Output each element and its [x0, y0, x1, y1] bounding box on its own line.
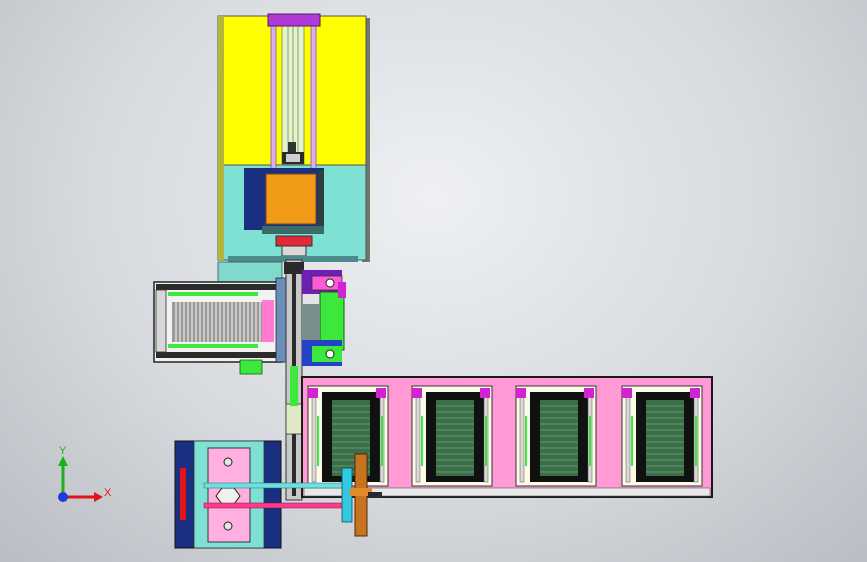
station-clamp-right — [376, 388, 386, 398]
feeder-bracket-top — [217, 261, 283, 285]
station-slat-pack — [540, 400, 578, 476]
station-2[interactable] — [411, 385, 493, 487]
station-clamp-left — [308, 388, 318, 398]
station-rail-left — [311, 389, 317, 483]
station-clamp-right — [480, 388, 490, 398]
x-axis-arrow — [94, 492, 103, 502]
station-slat-pack — [646, 400, 684, 476]
top-clamp-plate — [267, 13, 321, 27]
piston-rod-head — [288, 142, 296, 152]
station-clamp-right — [690, 388, 700, 398]
rail-carriage-top — [284, 262, 304, 274]
drive-bolt-bottom — [223, 521, 233, 531]
motor-base-plate — [262, 226, 324, 234]
coordinate-triad: Y X — [58, 445, 112, 502]
motor-orange-block — [265, 173, 317, 225]
rail-carriage-mid — [285, 403, 303, 435]
station-slat-pack — [436, 400, 474, 476]
feeder-green-foot — [239, 359, 263, 375]
station-rail-left — [519, 389, 525, 483]
rail-green-link — [290, 366, 298, 406]
feeder-green-rail-bottom — [168, 344, 258, 348]
station-clamp-left — [622, 388, 632, 398]
station-rail-left — [415, 389, 421, 483]
mech-screw-1 — [325, 278, 335, 288]
feeder-top-rail — [156, 284, 280, 290]
station-clamp-left — [516, 388, 526, 398]
station-rail-left — [625, 389, 631, 483]
cad-3d-viewport[interactable]: Y X — [0, 0, 867, 562]
x-axis-label: X — [104, 487, 112, 499]
lower-flange — [275, 235, 313, 247]
station-clamp-right — [584, 388, 594, 398]
station-3[interactable] — [515, 385, 597, 487]
origin-dot — [58, 492, 68, 502]
lower-flange-2 — [281, 245, 307, 257]
center-mechanism[interactable] — [302, 270, 346, 366]
feeder-bottom-rail — [156, 352, 280, 358]
mech-screw-2 — [325, 349, 335, 359]
drive-dark-stub — [368, 492, 382, 498]
coupling-nut-highlight — [286, 154, 300, 162]
mech-magenta-tab — [338, 282, 346, 298]
upper-cylinder-module[interactable] — [217, 13, 370, 262]
y-axis-label: Y — [59, 445, 67, 457]
drive-red-bar — [180, 468, 186, 520]
upper-side-strip — [218, 16, 224, 260]
motor-dark-side — [318, 170, 324, 228]
drive-bolt-top — [223, 457, 233, 467]
drive-shaft-pink — [203, 502, 353, 509]
guide-rod-right — [310, 23, 317, 175]
left-feeder-module[interactable] — [153, 261, 291, 375]
feeder-pink-stack — [262, 300, 274, 342]
drive-shaft-cyan — [203, 482, 353, 489]
drive-hex-nut — [215, 487, 241, 505]
y-axis-arrow — [58, 456, 68, 466]
guide-rod-left — [270, 23, 277, 175]
feeder-slat-block — [172, 302, 264, 342]
feeder-green-rail-top — [168, 292, 258, 296]
feeder-left-end — [155, 289, 167, 353]
station-clamp-left — [412, 388, 422, 398]
mech-gray-plate — [302, 304, 320, 340]
station-4[interactable] — [621, 385, 703, 487]
